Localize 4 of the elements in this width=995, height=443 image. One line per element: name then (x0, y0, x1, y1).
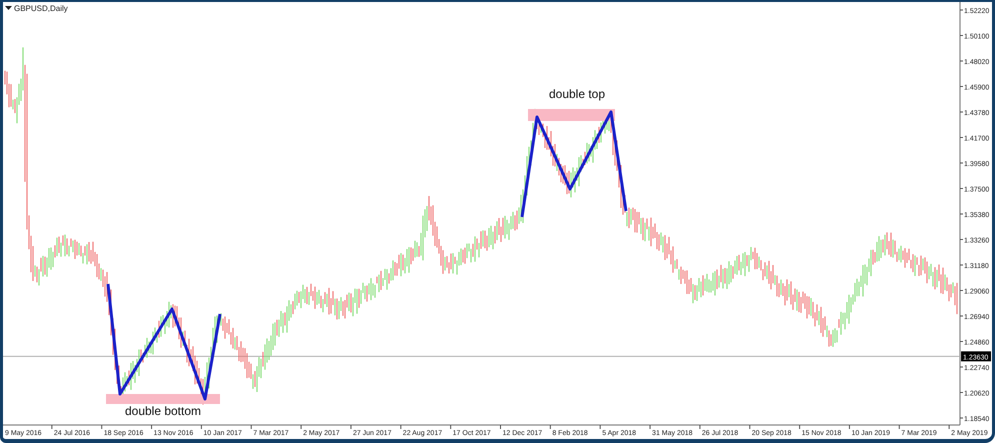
annotation-label: double bottom (124, 404, 202, 418)
dropdown-icon[interactable] (5, 6, 12, 10)
chart-title: GBPUSD,Daily (14, 4, 68, 13)
annotation-label: double top (548, 87, 606, 101)
